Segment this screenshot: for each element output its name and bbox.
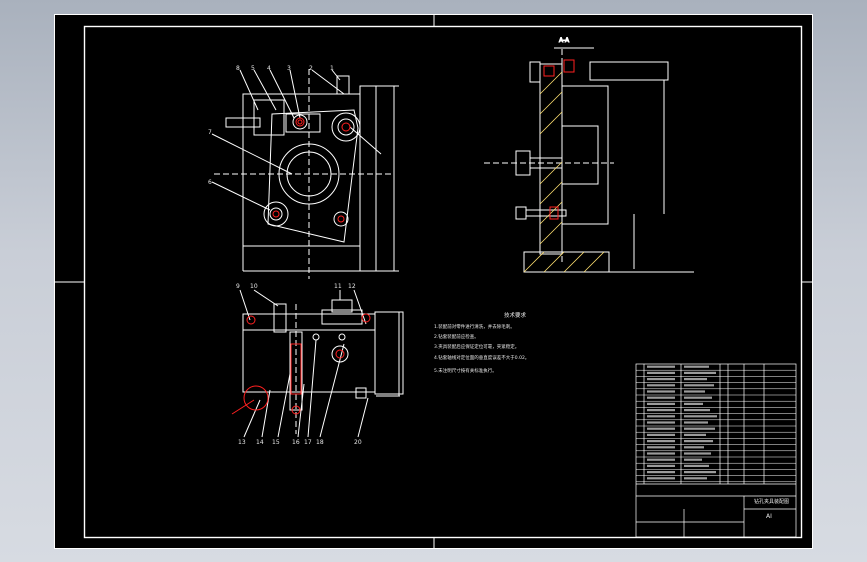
front-view-balloons: 8 5 4 3 2 1 7 6 (208, 65, 334, 186)
outer-frame (54, 14, 813, 549)
parts-list-name (684, 371, 716, 374)
section-label: A-A (559, 37, 570, 44)
balloon-label: 10 (250, 283, 258, 290)
parts-list-name (684, 440, 713, 443)
requirement-line: 3.夹具装配后应保证定位可靠，夹紧稳定。 (434, 343, 519, 350)
drawing-canvas: 8 5 4 3 2 1 7 6 A-A 9 10 11 12 13 14 15 … (54, 14, 813, 549)
balloon-label: 1 (330, 65, 334, 72)
balloon-label: 13 (238, 439, 246, 446)
parts-list-code (647, 409, 675, 412)
parts-list-code (647, 446, 675, 449)
balloon-label: 3 (287, 65, 291, 72)
title-block-caption: 钻孔夹具装配图 (754, 498, 789, 505)
drawing-sheet: 8 5 4 3 2 1 7 6 A-A 9 10 11 12 13 14 15 … (54, 14, 813, 549)
parts-list-name (684, 415, 717, 418)
parts-list-name (684, 433, 706, 436)
parts-list-name (684, 452, 711, 455)
requirement-line: 5.未注明尺寸按有关标准执行。 (434, 367, 497, 374)
plan-view-balloons: 9 10 11 12 13 14 15 16 17 18 20 (236, 283, 362, 446)
parts-list-code (647, 421, 675, 424)
tech-requirements-title: 技术要求 (504, 311, 527, 319)
cad-viewport: 8 5 4 3 2 1 7 6 A-A 9 10 11 12 13 14 15 … (0, 0, 867, 562)
section-view: A-A (484, 37, 694, 273)
parts-list-name (684, 471, 716, 474)
centering-marks (54, 14, 813, 549)
balloon-label: 15 (272, 439, 280, 446)
parts-list-name (684, 384, 714, 387)
plan-view-parts (231, 313, 371, 415)
balloon-label: 11 (334, 283, 342, 290)
balloon-label: 7 (208, 129, 212, 136)
parts-list-code (647, 427, 675, 430)
parts-list-name (684, 477, 707, 480)
parts-list-name (684, 427, 715, 430)
section-hatching (523, 71, 605, 273)
parts-list-name (684, 464, 709, 467)
balloon-label: 16 (292, 439, 300, 446)
parts-list-name (684, 365, 709, 368)
parts-list-name (684, 378, 707, 381)
parts-list-name (684, 402, 703, 405)
balloon-label: 17 (304, 439, 312, 446)
parts-list-name (684, 409, 710, 412)
plan-view (239, 289, 404, 438)
balloon-label: 12 (348, 283, 356, 290)
parts-list (635, 363, 797, 538)
balloon-label: 8 (236, 65, 240, 72)
parts-list-name (684, 396, 712, 399)
requirement-line: 1.装配前对零件进行清洗，并去除毛刺。 (434, 323, 515, 330)
balloon-label: 5 (251, 65, 255, 72)
parts-list-code (647, 471, 675, 474)
parts-list-code (647, 458, 675, 461)
balloon-label: 9 (236, 283, 240, 290)
parts-list-code (647, 452, 675, 455)
parts-list-name (684, 390, 705, 393)
balloon-label: 2 (309, 65, 313, 72)
parts-list-name (684, 446, 704, 449)
parts-list-code (647, 365, 675, 368)
balloon-label: 18 (316, 439, 324, 446)
parts-list-code (647, 433, 675, 436)
balloon-label: 6 (208, 179, 212, 186)
front-view (211, 69, 399, 279)
parts-list-code (647, 378, 675, 381)
parts-list-code (647, 464, 675, 467)
parts-list-code (647, 440, 675, 443)
parts-list-code (647, 384, 675, 387)
scale-label: AI (766, 513, 772, 520)
parts-list-code (647, 396, 675, 399)
parts-list-code (647, 477, 675, 480)
requirement-line: 4.钻套轴线对定位面的垂直度误差不大于0.02。 (434, 354, 529, 361)
requirement-line: 2.钻套装配前应检查。 (434, 333, 479, 340)
tech-requirements: 技术要求 1.装配前对零件进行清洗，并去除毛刺。 2.钻套装配前应检查。 3.夹… (434, 311, 529, 374)
parts-list-name (684, 421, 708, 424)
parts-list-code (647, 390, 675, 393)
inner-frame (83, 25, 803, 539)
balloon-label: 20 (354, 439, 362, 446)
parts-list-code (647, 402, 675, 405)
balloon-label: 14 (256, 439, 264, 446)
balloon-label: 4 (267, 65, 271, 72)
parts-list-code (647, 371, 675, 374)
parts-list-code (647, 415, 675, 418)
parts-list-name (684, 458, 702, 461)
